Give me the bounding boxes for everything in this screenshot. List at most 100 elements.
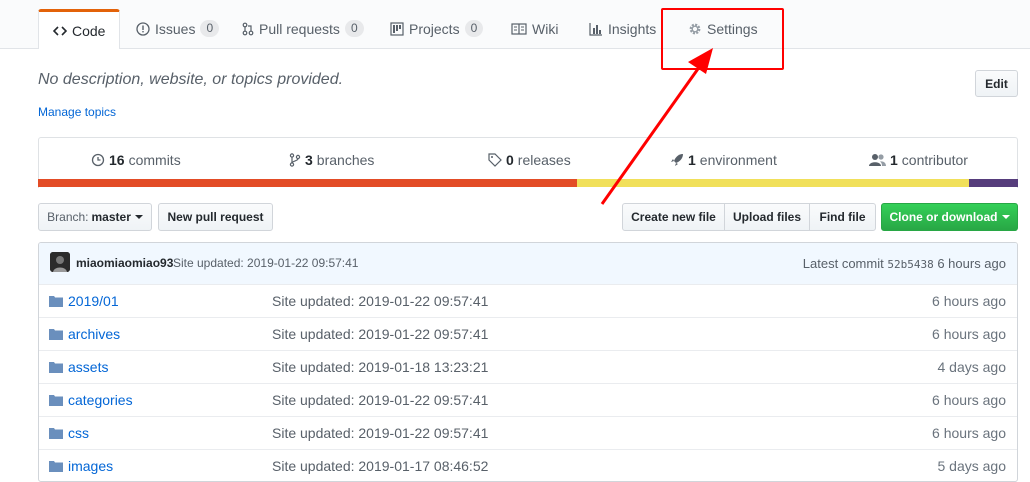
project-icon bbox=[390, 21, 404, 36]
tab-label: Wiki bbox=[532, 20, 559, 37]
avatar[interactable] bbox=[50, 252, 70, 272]
commit-author[interactable]: miaomiaomiao93 bbox=[76, 256, 173, 270]
create-new-file-button[interactable]: Create new file bbox=[622, 203, 725, 231]
file-row: assets Site updated: 2019-01-18 13:23:21… bbox=[39, 350, 1017, 384]
contributors-link[interactable]: 1 contributor bbox=[869, 152, 968, 168]
language-bar[interactable] bbox=[38, 179, 1018, 187]
branches-count: 3 bbox=[305, 152, 313, 168]
file-age: 6 hours ago bbox=[932, 392, 1006, 408]
branches-label: branches bbox=[316, 152, 375, 168]
manage-topics-link[interactable]: Manage topics bbox=[38, 105, 116, 119]
file-row: 2019/01 Site updated: 2019-01-22 09:57:4… bbox=[39, 284, 1017, 318]
file-name[interactable]: assets bbox=[68, 359, 108, 375]
file-row: categories Site updated: 2019-01-22 09:5… bbox=[39, 383, 1017, 417]
tab-label: Settings bbox=[707, 20, 758, 37]
file-name[interactable]: archives bbox=[68, 326, 120, 342]
file-commit-message[interactable]: Site updated: 2019-01-17 08:46:52 bbox=[272, 458, 488, 474]
find-file-button[interactable]: Find file bbox=[809, 203, 876, 231]
file-commit-message[interactable]: Site updated: 2019-01-22 09:57:41 bbox=[272, 293, 488, 309]
clone-label: Clone or download bbox=[889, 210, 998, 224]
commit-tease: miaomiaomiao93 Site updated: 2019-01-22 … bbox=[39, 243, 1017, 285]
file-commit-message[interactable]: Site updated: 2019-01-18 13:23:21 bbox=[272, 359, 488, 375]
people-icon bbox=[869, 153, 886, 167]
branch-icon bbox=[289, 153, 301, 167]
language-segment bbox=[969, 179, 1018, 187]
file-commit-message[interactable]: Site updated: 2019-01-22 09:57:41 bbox=[272, 392, 488, 408]
branch-name: master bbox=[91, 210, 131, 224]
issues-count: 0 bbox=[200, 20, 220, 37]
contributors-count: 1 bbox=[890, 152, 898, 168]
commit-message[interactable]: Site updated: 2019-01-22 09:57:41 bbox=[173, 256, 358, 270]
graph-icon bbox=[589, 22, 603, 36]
tag-icon bbox=[488, 153, 502, 167]
environment-count: 1 bbox=[688, 152, 696, 168]
file-commit-message[interactable]: Site updated: 2019-01-22 09:57:41 bbox=[272, 425, 488, 441]
tab-code[interactable]: Code bbox=[38, 9, 121, 49]
releases-count: 0 bbox=[506, 152, 514, 168]
repo-description: No description, website, or topics provi… bbox=[38, 71, 344, 88]
latest-commit: Latest commit 52b5438 6 hours ago bbox=[803, 256, 1006, 271]
tab-label: Issues bbox=[155, 20, 196, 37]
file-age: 4 days ago bbox=[937, 359, 1007, 375]
caret-down-icon bbox=[134, 215, 143, 219]
tab-label: Code bbox=[72, 22, 106, 39]
branch-select-button[interactable]: Branch: master bbox=[38, 203, 152, 231]
book-icon bbox=[511, 22, 527, 35]
file-name[interactable]: images bbox=[68, 458, 113, 474]
commits-count: 16 bbox=[109, 152, 125, 168]
file-age: 6 hours ago bbox=[932, 293, 1006, 309]
tab-pull-requests[interactable]: Pull requests 0 bbox=[228, 9, 378, 48]
file-row: css Site updated: 2019-01-22 09:57:41 6 … bbox=[39, 416, 1017, 450]
folder-icon bbox=[49, 294, 63, 310]
history-icon bbox=[91, 153, 105, 167]
latest-commit-label: Latest commit bbox=[802, 256, 884, 271]
folder-icon bbox=[49, 327, 63, 343]
repo-nav: Code Issues 0 Pull requests 0 Projects 0… bbox=[0, 0, 1030, 49]
gear-icon bbox=[688, 22, 702, 36]
folder-icon bbox=[49, 360, 63, 376]
pull-requests-count: 0 bbox=[344, 20, 364, 37]
tab-settings[interactable]: Settings bbox=[674, 9, 772, 48]
branches-link[interactable]: 3 branches bbox=[289, 152, 374, 168]
commits-link[interactable]: 16 commits bbox=[91, 152, 181, 168]
environment-label: environment bbox=[699, 152, 777, 168]
commit-time: 6 hours ago bbox=[937, 256, 1006, 271]
folder-icon bbox=[49, 426, 63, 442]
file-age: 5 days ago bbox=[937, 458, 1007, 474]
environment-link[interactable]: 1 environment bbox=[670, 152, 777, 168]
commits-label: commits bbox=[128, 152, 181, 168]
tab-insights[interactable]: Insights bbox=[575, 9, 670, 48]
tab-label: Insights bbox=[608, 20, 657, 37]
tab-wiki[interactable]: Wiki bbox=[497, 9, 572, 48]
file-name[interactable]: categories bbox=[68, 392, 133, 408]
tab-issues[interactable]: Issues 0 bbox=[122, 9, 233, 48]
file-age: 6 hours ago bbox=[932, 326, 1006, 342]
clone-or-download-button[interactable]: Clone or download bbox=[881, 203, 1018, 231]
branch-prefix: Branch: bbox=[47, 210, 89, 224]
issue-icon bbox=[136, 21, 150, 36]
caret-down-icon bbox=[1001, 215, 1010, 219]
folder-icon bbox=[49, 459, 63, 475]
projects-count: 0 bbox=[464, 20, 484, 37]
file-row: archives Site updated: 2019-01-22 09:57:… bbox=[39, 317, 1017, 351]
file-name[interactable]: 2019/01 bbox=[68, 293, 119, 309]
contributors-label: contributor bbox=[901, 152, 968, 168]
file-name[interactable]: css bbox=[68, 425, 89, 441]
releases-label: releases bbox=[517, 152, 571, 168]
pull-request-icon bbox=[242, 22, 254, 36]
edit-button[interactable]: Edit bbox=[975, 70, 1018, 97]
rocket-icon bbox=[670, 153, 684, 167]
commit-sha[interactable]: 52b5438 bbox=[887, 258, 933, 271]
language-segment bbox=[577, 179, 969, 187]
file-age: 6 hours ago bbox=[932, 425, 1006, 441]
releases-link[interactable]: 0 releases bbox=[488, 152, 571, 168]
tab-label: Projects bbox=[409, 20, 460, 37]
file-commit-message[interactable]: Site updated: 2019-01-22 09:57:41 bbox=[272, 326, 488, 342]
folder-icon bbox=[49, 393, 63, 409]
tab-projects[interactable]: Projects 0 bbox=[376, 9, 497, 48]
tab-label: Pull requests bbox=[259, 20, 340, 37]
file-row: images Site updated: 2019-01-17 08:46:52… bbox=[39, 449, 1017, 481]
upload-files-button[interactable]: Upload files bbox=[724, 203, 810, 231]
new-pull-request-button[interactable]: New pull request bbox=[158, 203, 273, 231]
file-list: miaomiaomiao93 Site updated: 2019-01-22 … bbox=[38, 242, 1018, 482]
